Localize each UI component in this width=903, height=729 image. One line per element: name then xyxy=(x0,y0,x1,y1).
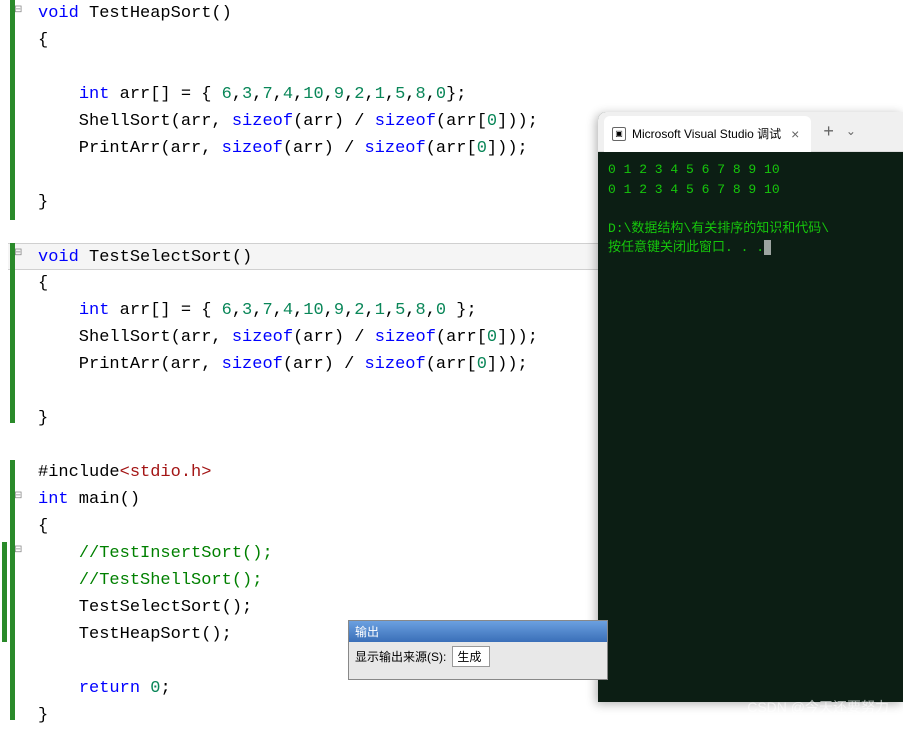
chevron-down-icon[interactable]: ⌄ xyxy=(846,124,856,139)
output-panel-title: 输出 xyxy=(349,621,607,642)
terminal-titlebar[interactable]: ▣ Microsoft Visual Studio 调试 × + ⌄ xyxy=(598,112,903,152)
close-icon[interactable]: × xyxy=(787,126,803,142)
output-line: 0 1 2 3 4 5 6 7 8 9 10 xyxy=(608,180,893,200)
output-prompt: 按任意键关闭此窗口. . . xyxy=(608,238,893,258)
fold-icon[interactable]: ⊟ xyxy=(14,4,22,15)
terminal-tab[interactable]: ▣ Microsoft Visual Studio 调试 × xyxy=(604,116,811,152)
fold-icon[interactable]: ⊟ xyxy=(14,490,22,501)
editor-gutter: ⊟ ⊟ ⊟ ⊟ xyxy=(0,0,24,725)
output-blank xyxy=(608,199,893,219)
output-line: 0 1 2 3 4 5 6 7 8 9 10 xyxy=(608,160,893,180)
vs-icon: ▣ xyxy=(612,127,626,141)
change-marker xyxy=(2,542,7,642)
output-path: D:\数据结构\有关排序的知识和代码\ xyxy=(608,219,893,239)
output-source-label: 显示输出来源(S): xyxy=(355,648,446,665)
output-panel: 输出 显示输出来源(S): 生成 xyxy=(348,620,608,680)
fold-icon[interactable]: ⊟ xyxy=(14,247,22,258)
terminal-window: ▣ Microsoft Visual Studio 调试 × + ⌄ 0 1 2… xyxy=(598,112,903,702)
fold-icon[interactable]: ⊟ xyxy=(14,544,22,555)
change-marker xyxy=(10,460,15,720)
change-marker xyxy=(10,0,15,220)
watermark: CSDN @今天还要努力 xyxy=(747,697,889,717)
new-tab-button[interactable]: + xyxy=(811,121,846,142)
cursor xyxy=(764,240,771,255)
change-marker xyxy=(10,243,15,423)
terminal-output[interactable]: 0 1 2 3 4 5 6 7 8 9 10 0 1 2 3 4 5 6 7 8… xyxy=(598,152,903,266)
terminal-tab-title: Microsoft Visual Studio 调试 xyxy=(632,125,781,142)
output-source-select[interactable]: 生成 xyxy=(452,646,490,667)
